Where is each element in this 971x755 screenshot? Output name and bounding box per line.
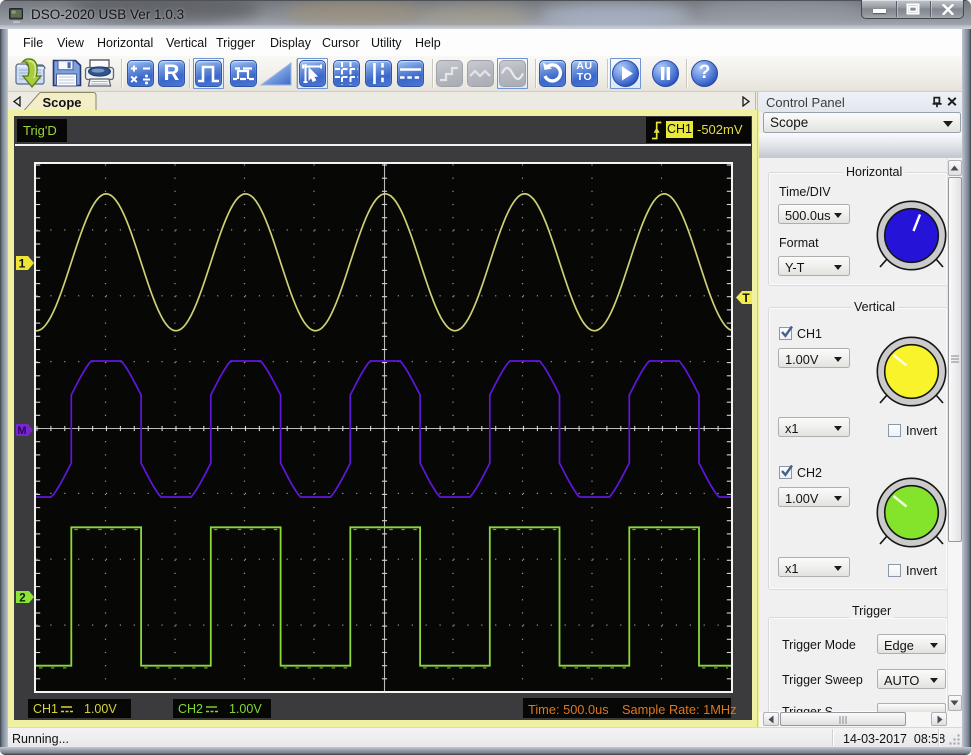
svg-text:2: 2 xyxy=(19,592,25,604)
svg-text:1: 1 xyxy=(19,256,26,270)
svg-text:T: T xyxy=(742,291,750,305)
svg-text:M: M xyxy=(17,425,26,437)
